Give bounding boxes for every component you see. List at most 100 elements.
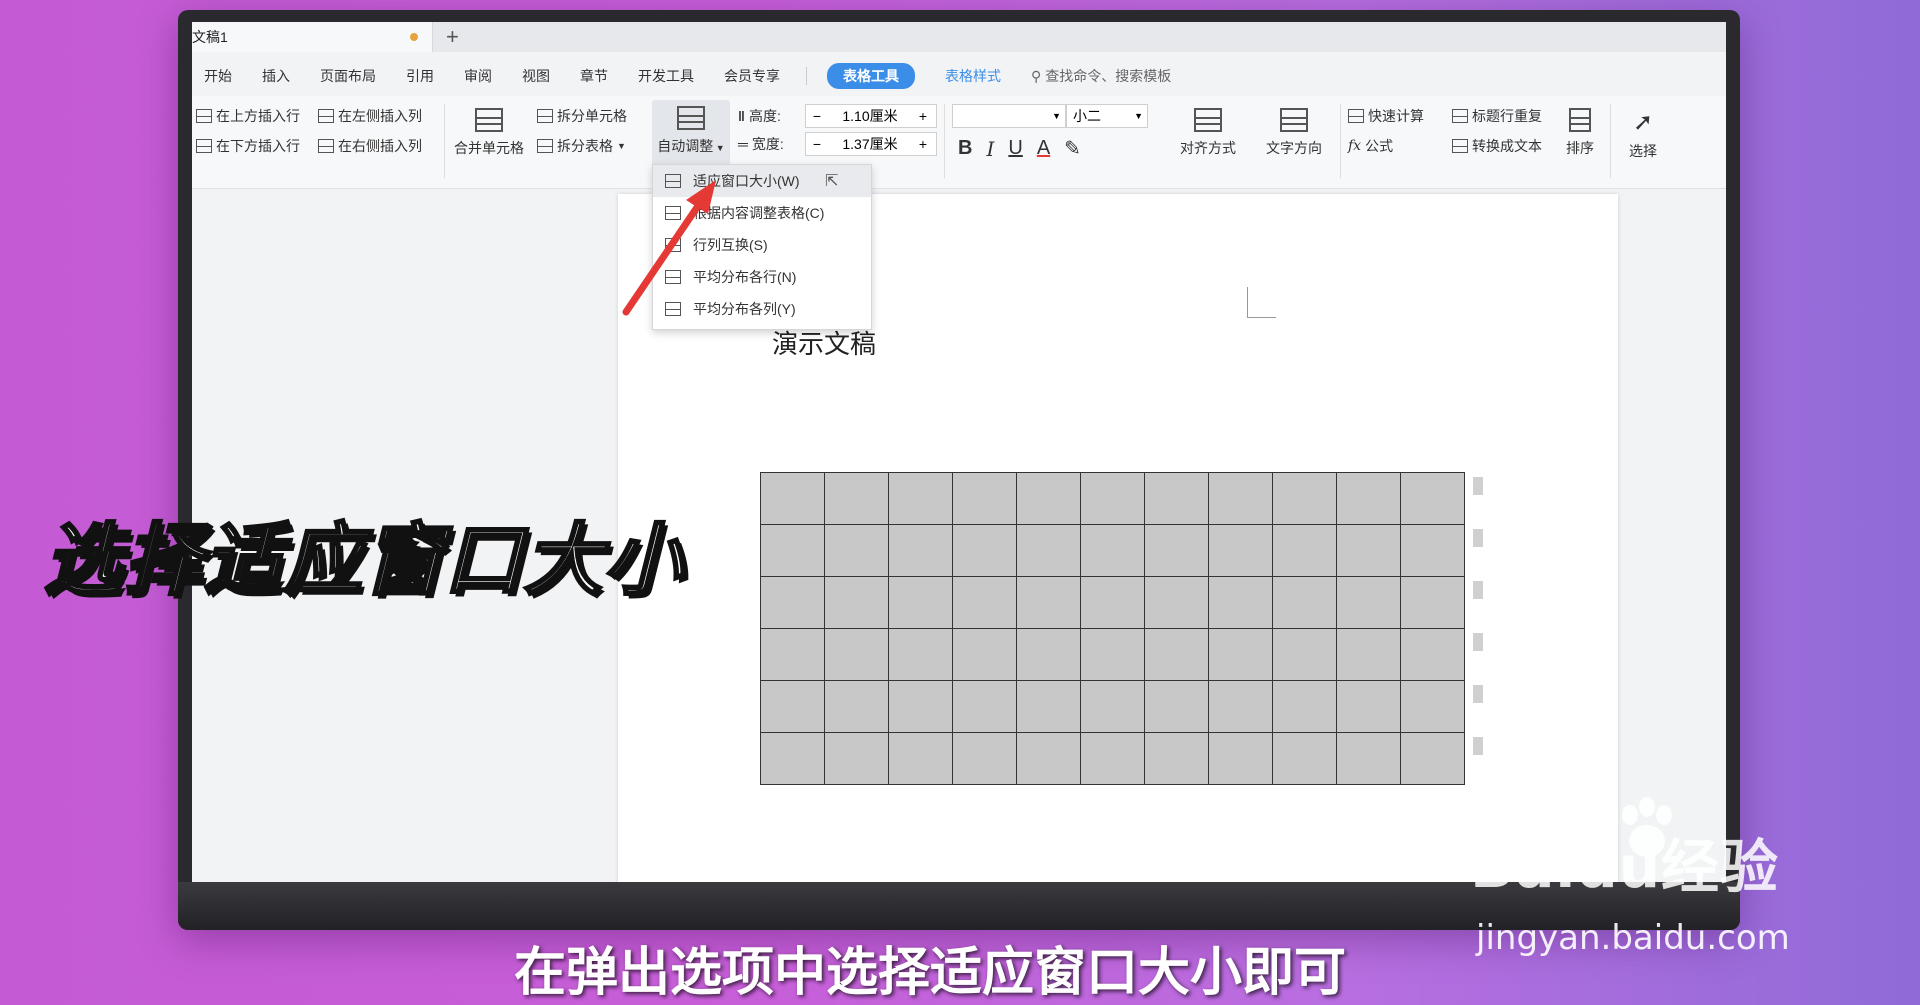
row-handle[interactable] — [1473, 737, 1483, 755]
increment-button[interactable]: + — [912, 136, 934, 152]
table-cell[interactable] — [760, 732, 825, 785]
table-cell[interactable] — [1016, 628, 1081, 681]
table-cell[interactable] — [1144, 576, 1209, 629]
menu-item-member[interactable]: 会员专享 — [724, 66, 780, 86]
table-cell[interactable] — [1208, 628, 1273, 681]
menu-item-developer[interactable]: 开发工具 — [638, 66, 694, 86]
decrement-button[interactable]: − — [806, 108, 828, 124]
menu-item-fit-content[interactable]: 根据内容调整表格(C) — [653, 197, 871, 229]
table-cell[interactable] — [1336, 576, 1401, 629]
col-width-stepper[interactable]: − 1.37厘米 + — [805, 132, 937, 156]
font-family-select[interactable]: ▼ — [952, 104, 1066, 128]
tab-table-tools[interactable]: 表格工具 — [827, 63, 915, 89]
table-cell[interactable] — [1080, 628, 1145, 681]
formula-button[interactable]: fx 公式 — [1348, 136, 1393, 156]
convert-to-text-button[interactable]: 转换成文本 — [1452, 136, 1542, 156]
table-cell[interactable] — [1272, 628, 1337, 681]
table-cell[interactable] — [1144, 472, 1209, 525]
table-cell[interactable] — [1144, 628, 1209, 681]
repeat-header-button[interactable]: 标题行重复 — [1452, 106, 1542, 126]
quick-calc-button[interactable]: 快速计算 — [1348, 106, 1424, 126]
table-cell[interactable] — [1144, 732, 1209, 785]
table-cell[interactable] — [1080, 576, 1145, 629]
row-handle[interactable] — [1473, 633, 1483, 651]
table-cell[interactable] — [888, 472, 953, 525]
table-cell[interactable] — [1336, 472, 1401, 525]
table-cell[interactable] — [1400, 524, 1465, 577]
table-cell[interactable] — [952, 524, 1017, 577]
merge-cells-button[interactable]: 合并单元格 — [450, 108, 528, 158]
insert-row-below-button[interactable]: 在下方插入行 — [196, 136, 300, 156]
menu-item-layout[interactable]: 页面布局 — [320, 66, 376, 86]
split-table-button[interactable]: 拆分表格 ▼ — [537, 136, 626, 156]
menu-item-transpose[interactable]: 行列互换(S) — [653, 229, 871, 261]
document-table[interactable] — [760, 472, 1465, 785]
menu-item-distribute-rows[interactable]: 平均分布各行(N) — [653, 261, 871, 293]
table-cell[interactable] — [760, 524, 825, 577]
table-cell[interactable] — [1400, 680, 1465, 733]
table-cell[interactable] — [1400, 576, 1465, 629]
table-cell[interactable] — [1400, 732, 1465, 785]
insert-col-right-button[interactable]: 在右侧插入列 — [318, 136, 422, 156]
table-cell[interactable] — [1016, 680, 1081, 733]
table-cell[interactable] — [760, 472, 825, 525]
insert-row-above-button[interactable]: 在上方插入行 — [196, 106, 300, 126]
table-cell[interactable] — [1080, 680, 1145, 733]
table-cell[interactable] — [1208, 576, 1273, 629]
table-cell[interactable] — [952, 680, 1017, 733]
table-cell[interactable] — [1336, 524, 1401, 577]
bold-icon[interactable]: B — [958, 137, 972, 160]
row-height-input[interactable]: 1.10厘米 — [828, 106, 912, 126]
menu-item-distribute-cols[interactable]: 平均分布各列(Y) — [653, 293, 871, 325]
menu-item-insert[interactable]: 插入 — [262, 66, 290, 86]
table-cell[interactable] — [1208, 472, 1273, 525]
table-cell[interactable] — [824, 576, 889, 629]
decrement-button[interactable]: − — [806, 136, 828, 152]
table-cell[interactable] — [760, 576, 825, 629]
table-cell[interactable] — [952, 576, 1017, 629]
table-cell[interactable] — [1208, 680, 1273, 733]
table-cell[interactable] — [1272, 732, 1337, 785]
table-cell[interactable] — [888, 576, 953, 629]
row-handle[interactable] — [1473, 477, 1483, 495]
select-button[interactable]: ➚ 选择 — [1618, 108, 1668, 161]
table-cell[interactable] — [888, 732, 953, 785]
menu-item-references[interactable]: 引用 — [406, 66, 434, 86]
table-cell[interactable] — [760, 680, 825, 733]
command-search[interactable]: ⚲ 查找命令、搜索模板 — [1031, 66, 1171, 86]
font-color-icon[interactable]: A — [1037, 137, 1050, 160]
table-cell[interactable] — [824, 524, 889, 577]
new-tab-button[interactable]: + — [446, 24, 459, 50]
split-cells-button[interactable]: 拆分单元格 — [537, 106, 627, 126]
tab-table-style[interactable]: 表格样式 — [945, 66, 1001, 86]
table-cell[interactable] — [952, 732, 1017, 785]
table-cell[interactable] — [952, 472, 1017, 525]
table-cell[interactable] — [1336, 628, 1401, 681]
table-cell[interactable] — [1400, 472, 1465, 525]
table-cell[interactable] — [1272, 576, 1337, 629]
table-cell[interactable] — [888, 524, 953, 577]
table-cell[interactable] — [1336, 732, 1401, 785]
menu-item-review[interactable]: 审阅 — [464, 66, 492, 86]
table-cell[interactable] — [1400, 628, 1465, 681]
increment-button[interactable]: + — [912, 108, 934, 124]
table-cell[interactable] — [1208, 524, 1273, 577]
font-size-select[interactable]: 小二 ▼ — [1066, 104, 1148, 128]
row-handle[interactable] — [1473, 581, 1483, 599]
table-cell[interactable] — [1080, 472, 1145, 525]
table-cell[interactable] — [824, 732, 889, 785]
table-cell[interactable] — [1080, 732, 1145, 785]
table-cell[interactable] — [1016, 472, 1081, 525]
table-cell[interactable] — [1016, 576, 1081, 629]
table-cell[interactable] — [1144, 524, 1209, 577]
menu-item-view[interactable]: 视图 — [522, 66, 550, 86]
highlight-icon[interactable]: ✎ — [1064, 136, 1081, 161]
row-height-stepper[interactable]: − 1.10厘米 + — [805, 104, 937, 128]
table-cell[interactable] — [1208, 732, 1273, 785]
italic-icon[interactable]: I — [986, 137, 994, 161]
table-cell[interactable] — [1272, 472, 1337, 525]
table-cell[interactable] — [1272, 524, 1337, 577]
sort-button[interactable]: 排序 — [1560, 108, 1600, 158]
table-cell[interactable] — [1080, 524, 1145, 577]
document-tab[interactable]: 文稿1 — [192, 22, 433, 52]
